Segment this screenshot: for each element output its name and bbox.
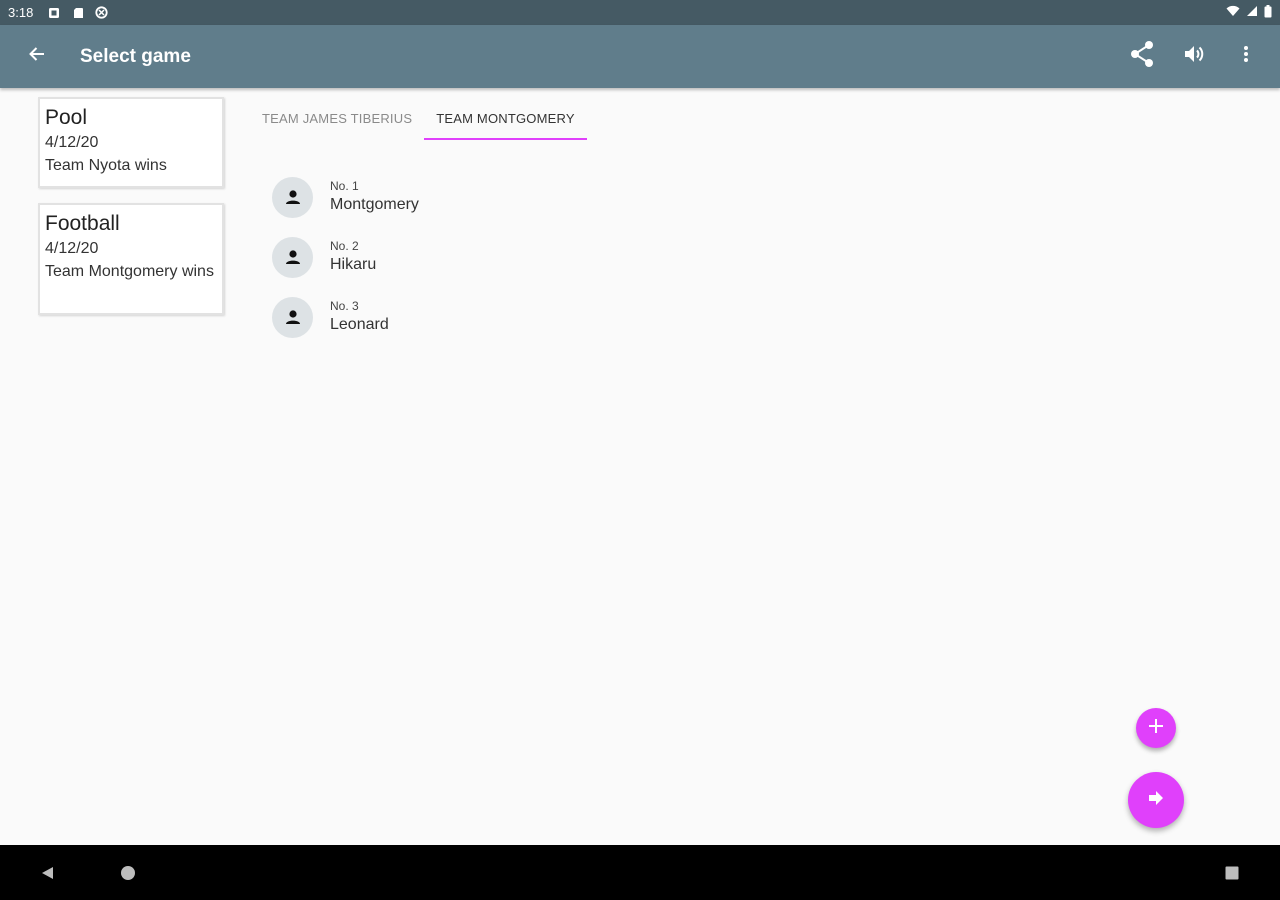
- wifi-icon: [1226, 5, 1240, 20]
- list-item[interactable]: No. 1 Montgomery: [272, 167, 419, 227]
- sim-card-icon: [47, 6, 60, 19]
- tab-team-james-tiberius[interactable]: TEAM JAMES TIBERIUS: [250, 96, 424, 140]
- person-icon: [272, 296, 313, 338]
- person-icon: [272, 236, 313, 278]
- back-triangle-icon[interactable]: [36, 862, 58, 884]
- player-number: No. 1: [330, 179, 359, 193]
- back-button[interactable]: [17, 37, 57, 77]
- battery-icon: [1264, 4, 1272, 21]
- list-item[interactable]: No. 2 Hikaru: [272, 227, 419, 287]
- list-item[interactable]: No. 3 Leonard: [272, 287, 419, 347]
- player-name: Leonard: [330, 316, 389, 333]
- player-number: No. 2: [330, 239, 359, 253]
- game-date: 4/12/20: [45, 240, 99, 257]
- page-title: Select game: [80, 45, 191, 67]
- game-card-pool[interactable]: Pool 4/12/20 Team Nyota wins: [38, 97, 224, 188]
- game-name: Football: [45, 212, 120, 235]
- volume-button[interactable]: [1174, 37, 1214, 77]
- game-date: 4/12/20: [45, 134, 99, 151]
- app-bar: Select game: [0, 25, 1280, 88]
- data-saver-icon: [95, 6, 108, 19]
- volume-icon: [1182, 42, 1206, 71]
- person-icon: [272, 176, 313, 218]
- sd-card-icon: [71, 6, 84, 19]
- share-button[interactable]: [1122, 37, 1162, 77]
- game-result: Team Nyota wins: [45, 157, 167, 174]
- tab-team-montgomery[interactable]: TEAM MONTGOMERY: [424, 96, 587, 140]
- game-name: Pool: [45, 106, 88, 129]
- game-result: Team Montgomery wins: [45, 263, 214, 280]
- more-options-button[interactable]: [1226, 37, 1266, 77]
- home-circle-icon[interactable]: [117, 862, 139, 884]
- more-vert-icon: [1243, 45, 1249, 68]
- player-name: Montgomery: [330, 196, 419, 213]
- share-icon: [1129, 40, 1155, 73]
- arrow-forward-icon: [1146, 788, 1166, 813]
- player-number: No. 3: [330, 299, 359, 313]
- cellular-signal-icon: [1246, 5, 1258, 20]
- status-bar: 3:18: [0, 0, 1280, 25]
- next-button[interactable]: [1128, 772, 1184, 828]
- team-tabs: TEAM JAMES TIBERIUS TEAM MONTGOMERY: [250, 96, 587, 140]
- player-name: Hikaru: [330, 256, 377, 273]
- arrow-back-icon: [28, 45, 46, 68]
- add-button[interactable]: [1136, 708, 1176, 748]
- add-icon: [1147, 717, 1165, 740]
- status-time: 3:18: [8, 5, 34, 20]
- recents-square-icon[interactable]: [1221, 862, 1243, 884]
- system-nav-bar: [0, 845, 1280, 900]
- player-list: No. 1 Montgomery No. 2 Hikaru No. 3 Leon…: [272, 167, 419, 347]
- game-card-football[interactable]: Football 4/12/20 Team Montgomery wins: [38, 203, 224, 315]
